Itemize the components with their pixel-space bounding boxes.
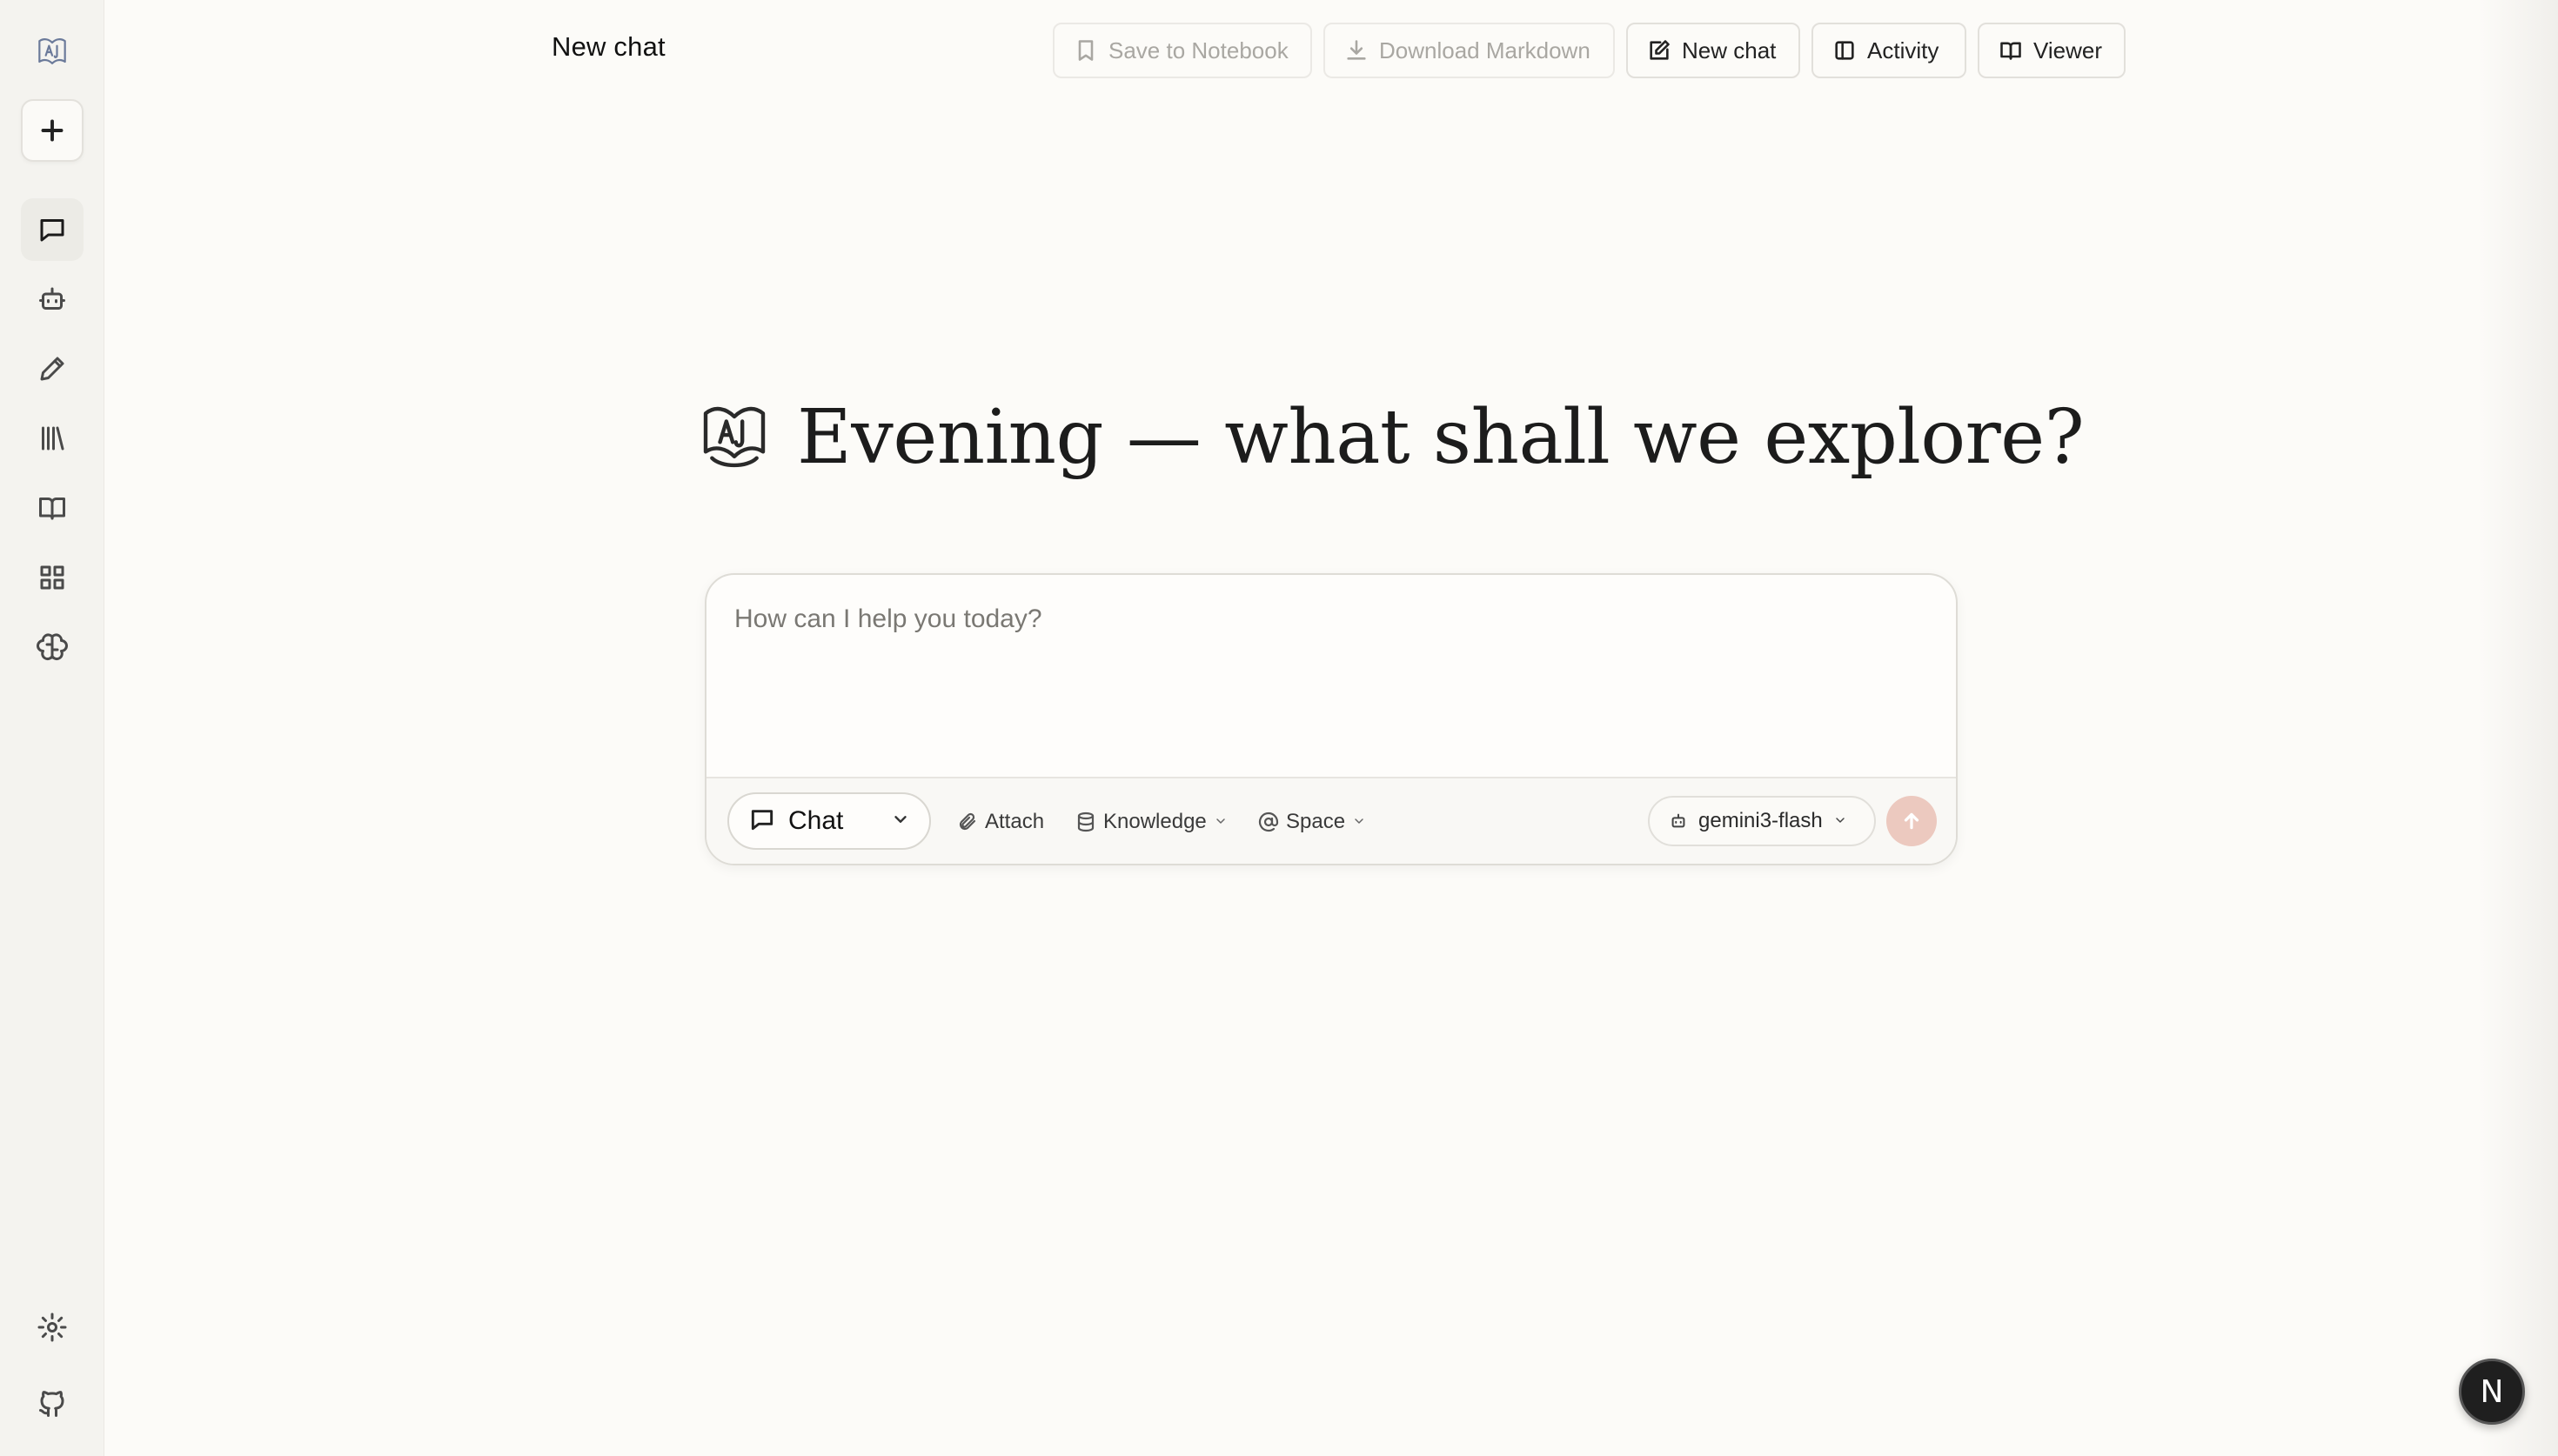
page-title: New chat xyxy=(552,31,666,62)
gear-icon[interactable] xyxy=(21,1296,84,1359)
chevron-down-icon xyxy=(891,810,910,832)
new-chat-label: New chat xyxy=(1682,37,1777,63)
sidebar-item-apps[interactable] xyxy=(21,546,84,609)
sidebar-item-memory[interactable] xyxy=(21,616,84,678)
send-button[interactable] xyxy=(1886,796,1937,846)
sidebar xyxy=(0,0,104,1456)
attach-button[interactable]: Attach xyxy=(957,805,1044,839)
app-logo-icon xyxy=(696,397,773,478)
app-logo-icon[interactable] xyxy=(21,21,84,83)
new-chat-button[interactable]: New chat xyxy=(1626,23,1800,78)
space-button[interactable]: Space xyxy=(1258,805,1366,839)
mode-select[interactable]: Chat xyxy=(727,792,931,850)
chat-composer: Chat Attach Knowledge Space g xyxy=(705,573,1958,865)
viewer-label: Viewer xyxy=(2033,37,2103,63)
composer-toolbar: Chat Attach Knowledge Space gemini3-flas… xyxy=(706,777,1956,864)
bookmark-icon xyxy=(1078,40,1094,61)
arrow-up-icon xyxy=(1904,812,1919,830)
database-icon xyxy=(1077,811,1095,832)
knowledge-button[interactable]: Knowledge xyxy=(1075,805,1228,839)
download-markdown-label: Download Markdown xyxy=(1379,37,1590,63)
sidebar-item-notebook[interactable] xyxy=(21,477,84,539)
activity-label: Activity xyxy=(1867,37,1939,63)
greeting: Evening — what shall we explore? xyxy=(696,390,2085,485)
viewer-button[interactable]: Viewer xyxy=(1978,23,2126,78)
sidebar-item-agents[interactable] xyxy=(21,268,84,331)
github-icon[interactable] xyxy=(21,1373,84,1435)
chevron-down-icon xyxy=(1352,810,1366,834)
message-input[interactable] xyxy=(706,575,1956,777)
bot-icon xyxy=(1671,813,1685,828)
sidebar-item-write[interactable] xyxy=(21,337,84,400)
model-select[interactable]: gemini3-flash xyxy=(1648,796,1876,846)
app-window: New chat Save to Notebook Download Markd… xyxy=(0,0,2558,1456)
book-open-icon xyxy=(2000,42,2021,60)
panel-icon xyxy=(1835,41,1854,60)
attach-label: Attach xyxy=(985,810,1045,833)
mode-label: Chat xyxy=(788,806,844,835)
download-markdown-button[interactable]: Download Markdown xyxy=(1323,23,1615,78)
chat-bubble-icon xyxy=(748,805,776,837)
activity-button[interactable]: Activity xyxy=(1811,23,1966,78)
space-label: Space xyxy=(1286,810,1346,833)
save-to-notebook-label: Save to Notebook xyxy=(1108,37,1289,63)
chevron-down-icon xyxy=(1833,809,1847,833)
sidebar-item-chat[interactable] xyxy=(21,198,84,261)
knowledge-label: Knowledge xyxy=(1103,810,1207,833)
at-sign-icon xyxy=(1258,811,1279,832)
new-chat-sidebar-button[interactable] xyxy=(21,99,84,162)
header-toolbar: Save to Notebook Download Markdown New c… xyxy=(1053,23,2126,78)
window-edge-shadow xyxy=(2480,0,2558,1456)
model-label: gemini3-flash xyxy=(1698,809,1823,832)
nextjs-badge[interactable]: N xyxy=(2459,1359,2525,1425)
paperclip-icon xyxy=(959,812,976,831)
chevron-down-icon xyxy=(1214,810,1228,834)
edit-icon xyxy=(1650,40,1670,60)
greeting-text: Evening — what shall we explore? xyxy=(797,394,2085,481)
download-icon xyxy=(1347,40,1366,60)
sidebar-item-library[interactable] xyxy=(21,407,84,470)
save-to-notebook-button[interactable]: Save to Notebook xyxy=(1053,23,1312,78)
